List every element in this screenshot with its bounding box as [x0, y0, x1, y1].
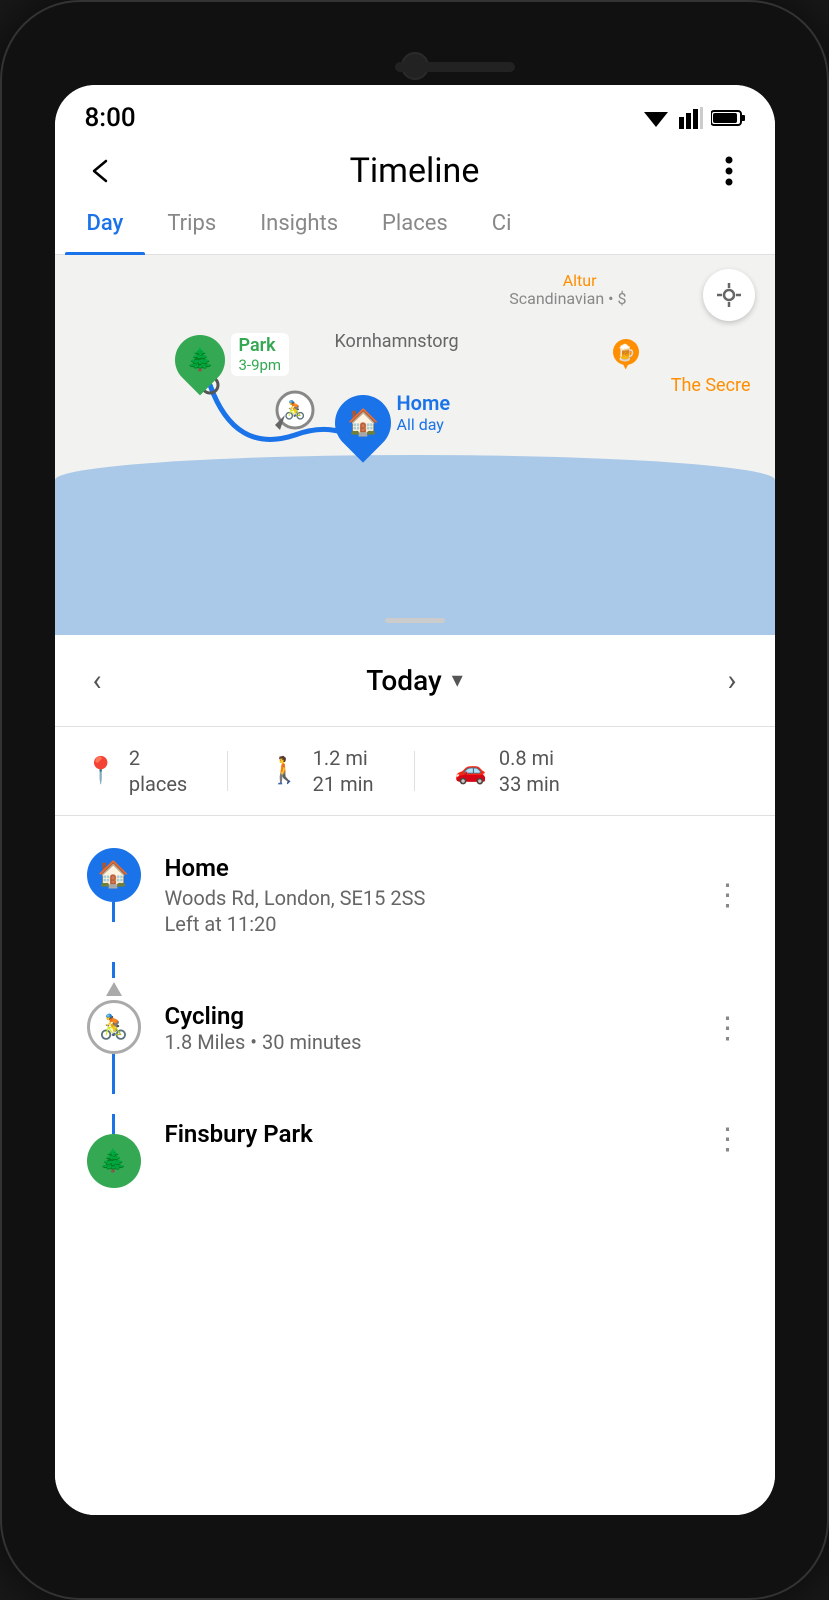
- map-location-button[interactable]: [703, 269, 755, 321]
- finsbury-timeline-left: 🌲: [79, 1114, 149, 1188]
- drive-stat: 🚗 0.8 mi 33 min: [455, 745, 560, 797]
- date-label: Today: [366, 664, 441, 697]
- map-background: Altur Scandinavian • $ Kornhamnstorg The…: [55, 255, 775, 635]
- cycling-line-bottom: [112, 1054, 115, 1094]
- park-pin-name: Park: [239, 335, 282, 356]
- phone-shell: 8:00: [0, 0, 829, 1600]
- home-map-pin: 🏠 Home All day: [335, 395, 391, 451]
- walk-icon: 🚶: [268, 756, 300, 786]
- battery-icon: [711, 109, 745, 127]
- park-map-pin: 🌲 Park 3-9pm: [175, 335, 225, 385]
- places-count: 2: [129, 746, 140, 770]
- cycling-timeline-left: 🚴: [79, 962, 149, 1094]
- cycling-section: 🚴 Cycling 1.8 Miles • 30 minutes ⋮: [55, 954, 775, 1102]
- cycling-icon: 🚴: [87, 1000, 141, 1054]
- finsbury-line: [112, 1114, 115, 1134]
- home-timeline-address: Woods Rd, London, SE15 2SS: [165, 886, 689, 910]
- prev-day-button[interactable]: ‹: [85, 655, 110, 706]
- tab-bar: Day Trips Insights Places Ci: [55, 193, 775, 255]
- date-navigation: ‹ Today ▾ ›: [55, 635, 775, 727]
- wifi-icon: [641, 107, 671, 129]
- cycling-line-top: [112, 962, 115, 978]
- tab-trips[interactable]: Trips: [145, 193, 238, 254]
- top-bar: Timeline: [55, 141, 775, 193]
- map-area[interactable]: Altur Scandinavian • $ Kornhamnstorg The…: [55, 255, 775, 635]
- stat-divider-1: [227, 751, 228, 791]
- cycling-content: Cycling 1.8 Miles • 30 minutes: [149, 996, 705, 1060]
- stat-divider-2: [414, 751, 415, 791]
- places-stat: 📍 2 places: [85, 745, 188, 797]
- map-drag-handle: [385, 618, 445, 623]
- restaurant-map-pin: ▼ 🍺: [607, 335, 645, 379]
- home-pin-time: All day: [397, 415, 451, 434]
- park-pin-time: 3-9pm: [239, 356, 282, 374]
- home-timeline-time: Left at 11:20: [165, 912, 689, 936]
- home-timeline-content: Home Woods Rd, London, SE15 2SS Left at …: [149, 848, 705, 942]
- stats-bar: 📍 2 places 🚶 1.2 mi 21 min 🚗 0.8 mi: [55, 727, 775, 816]
- tab-day[interactable]: Day: [65, 193, 146, 254]
- places-label: places: [129, 772, 187, 796]
- tab-insights[interactable]: Insights: [238, 193, 360, 254]
- back-button[interactable]: [79, 149, 123, 193]
- finsbury-park-icon: 🌲: [87, 1134, 141, 1188]
- status-bar: 8:00: [55, 85, 775, 141]
- walk-text: 1.2 mi 21 min: [313, 745, 374, 797]
- date-chevron-icon: ▾: [452, 668, 463, 693]
- timeline-left-home: 🏠: [79, 848, 149, 922]
- tab-cities[interactable]: Ci: [470, 193, 534, 254]
- page-title: Timeline: [350, 151, 480, 191]
- drive-text: 0.8 mi 33 min: [499, 745, 560, 797]
- walk-distance: 1.2 mi: [313, 746, 368, 770]
- home-more-button[interactable]: ⋮: [705, 870, 751, 921]
- tab-places[interactable]: Places: [360, 193, 470, 254]
- today-button[interactable]: Today ▾: [366, 664, 462, 697]
- cycling-more-button[interactable]: ⋮: [705, 1003, 751, 1054]
- svg-text:🚴: 🚴: [283, 399, 305, 421]
- home-pin-name: Home: [397, 391, 451, 415]
- home-timeline-icon: 🏠: [87, 848, 141, 902]
- cycling-triangle-icon: [106, 982, 122, 996]
- cycling-name: Cycling: [165, 1002, 689, 1030]
- finsbury-section: 🌲 Finsbury Park ⋮: [55, 1102, 775, 1200]
- signal-icon: [679, 107, 703, 129]
- finsbury-more-button[interactable]: ⋮: [705, 1114, 751, 1165]
- status-icons: [641, 107, 745, 129]
- drive-time: 33 min: [499, 772, 560, 796]
- cycling-detail: 1.8 Miles • 30 minutes: [165, 1030, 689, 1054]
- timeline-line-home-bottom: [112, 902, 115, 922]
- screen: 8:00: [55, 85, 775, 1515]
- drive-icon: 🚗: [455, 756, 487, 786]
- finsbury-name: Finsbury Park: [149, 1114, 705, 1154]
- home-timeline-name: Home: [165, 854, 689, 882]
- route-line: 🚴: [55, 255, 775, 635]
- walk-stat: 🚶 1.2 mi 21 min: [268, 745, 373, 797]
- drive-distance: 0.8 mi: [499, 746, 554, 770]
- phone-speaker: [395, 62, 515, 72]
- next-day-button[interactable]: ›: [719, 655, 744, 706]
- timeline-item-home: 🏠 Home Woods Rd, London, SE15 2SS Left a…: [55, 836, 775, 954]
- places-icon: 📍: [85, 756, 117, 786]
- places-text: 2 places: [129, 745, 187, 797]
- status-time: 8:00: [85, 103, 136, 133]
- walk-time: 21 min: [313, 772, 374, 796]
- timeline: 🏠 Home Woods Rd, London, SE15 2SS Left a…: [55, 816, 775, 1515]
- menu-button[interactable]: [707, 149, 751, 193]
